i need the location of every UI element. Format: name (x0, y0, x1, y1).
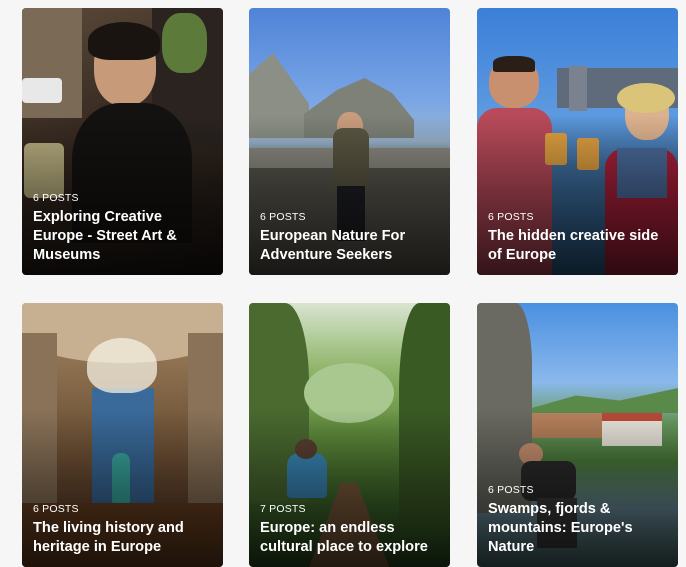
collection-card-hidden-creative[interactable]: 6 POSTS The hidden creative side of Euro… (477, 8, 678, 275)
post-count: 6 POSTS (33, 503, 79, 515)
card-caption: 6 POSTS European Nature For Adventure Se… (260, 211, 440, 265)
card-title[interactable]: The hidden creative side of Europe (488, 227, 668, 265)
collection-card-creative-europe[interactable]: 6 POSTS Exploring Creative Europe - Stre… (22, 8, 223, 275)
post-count: 6 POSTS (488, 211, 534, 223)
card-caption: 7 POSTS Europe: an endless cultural plac… (260, 503, 440, 557)
collections-grid: 6 POSTS Exploring Creative Europe - Stre… (22, 8, 678, 567)
post-count: 6 POSTS (260, 211, 306, 223)
post-count: 6 POSTS (488, 484, 534, 496)
card-title[interactable]: European Nature For Adventure Seekers (260, 227, 440, 265)
card-title[interactable]: Europe: an endless cultural place to exp… (260, 519, 440, 557)
card-title[interactable]: The living history and heritage in Europ… (33, 519, 213, 557)
card-title[interactable]: Swamps, fjords & mountains: Europe's Nat… (488, 500, 668, 557)
collection-card-swamps-fjords[interactable]: 6 POSTS Swamps, fjords & mountains: Euro… (477, 303, 678, 567)
card-caption: 6 POSTS The living history and heritage … (33, 503, 213, 557)
card-caption: 6 POSTS The hidden creative side of Euro… (488, 211, 668, 265)
collection-card-nature-adventure[interactable]: 6 POSTS European Nature For Adventure Se… (249, 8, 450, 275)
collection-card-endless-cultural[interactable]: 7 POSTS Europe: an endless cultural plac… (249, 303, 450, 567)
collection-card-living-history[interactable]: 6 POSTS The living history and heritage … (22, 303, 223, 567)
post-count: 6 POSTS (33, 192, 79, 204)
card-title[interactable]: Exploring Creative Europe - Street Art &… (33, 208, 213, 265)
post-count: 7 POSTS (260, 503, 306, 515)
card-caption: 6 POSTS Exploring Creative Europe - Stre… (33, 192, 213, 265)
card-caption: 6 POSTS Swamps, fjords & mountains: Euro… (488, 484, 668, 557)
